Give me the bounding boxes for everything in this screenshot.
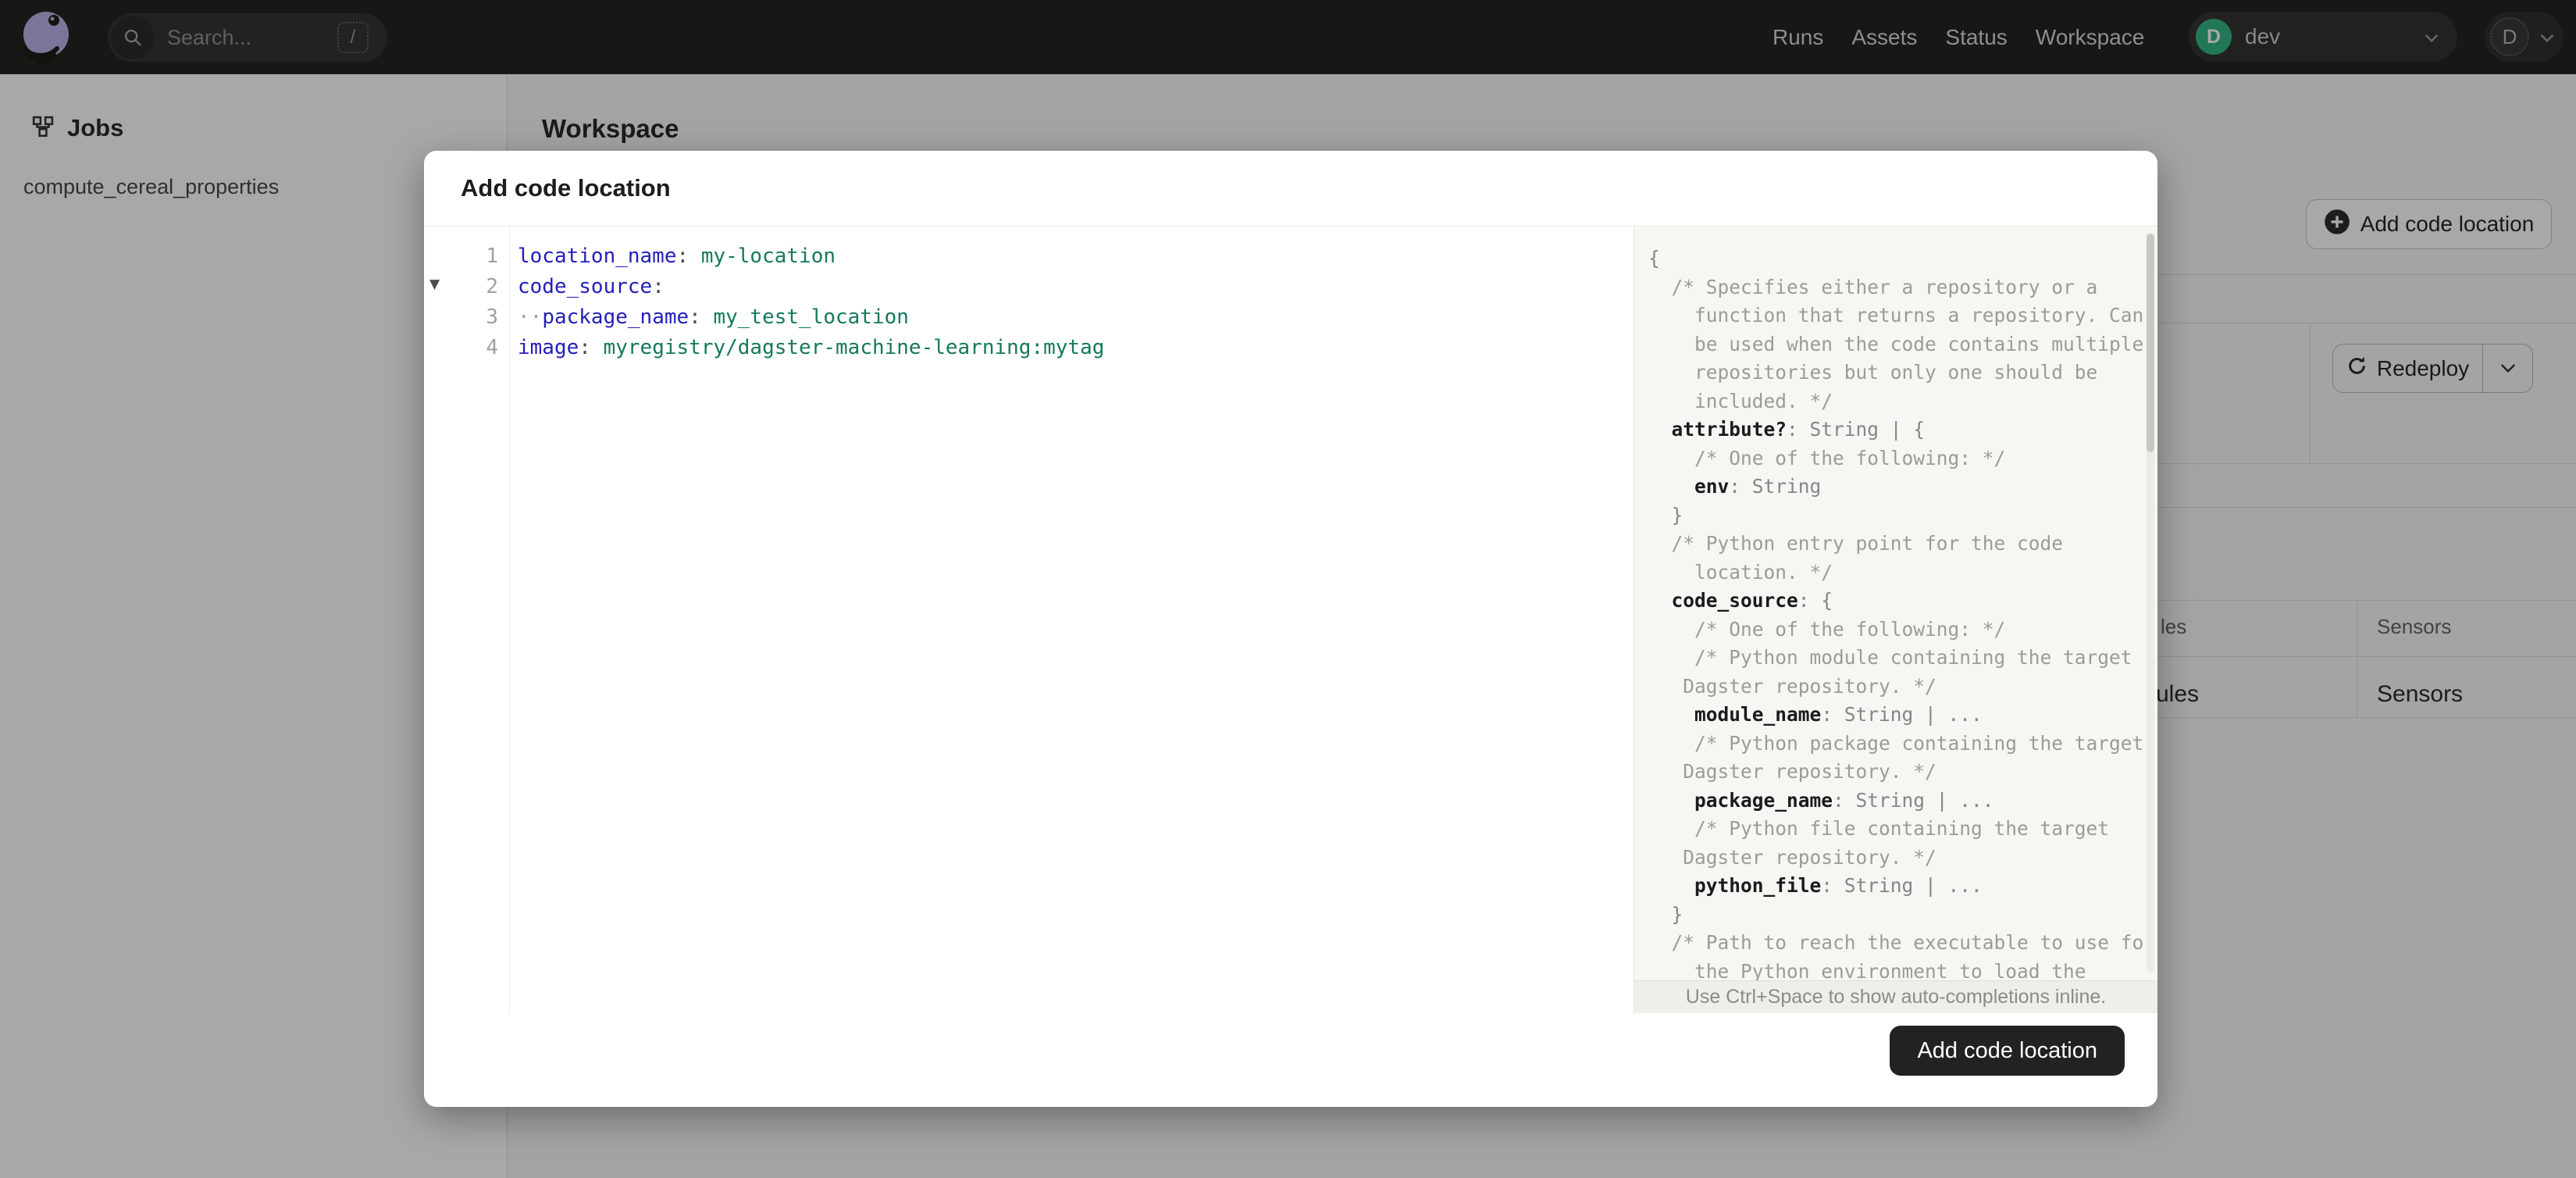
- app: Search... / Runs Assets Status Workspace D …: [0, 0, 2576, 1178]
- line-number: 4: [486, 336, 498, 359]
- editor-gutter: ▼ 1234: [424, 227, 510, 1013]
- schema-line: module_name: String | ...: [1694, 703, 1983, 726]
- editor-line[interactable]: image: myregistry/dagster-machine-learni…: [518, 333, 1634, 363]
- dialog-footer: Add code location: [424, 1013, 2157, 1107]
- schema-line: Dagster repository. */: [1648, 674, 1936, 698]
- dialog-title: Add code location: [461, 174, 671, 202]
- yaml-editor[interactable]: ▼ 1234 location_name: my-location code_so…: [424, 227, 1634, 1013]
- schema-scrollbar[interactable]: [2147, 234, 2154, 973]
- line-number: 3: [486, 305, 498, 329]
- schema-line: /* Python module containing the target: [1648, 646, 2132, 669]
- schema-line: /* Python file containing the target: [1648, 817, 2110, 840]
- schema-panel: { /* Specifies either a repository or a …: [1634, 227, 2157, 1013]
- schema-line: /* Path to reach the executable to use f…: [1648, 931, 2156, 954]
- schema-line: the Python environment to load the: [1648, 959, 2086, 981]
- editor-code[interactable]: location_name: my-location code_source: ··…: [511, 227, 1634, 1013]
- dialog-body: ▼ 1234 location_name: my-location code_so…: [424, 227, 2157, 1013]
- add-code-location-dialog: Add code location ▼ 1234 location_name: …: [424, 151, 2157, 1107]
- autocomplete-hint: Use Ctrl+Space to show auto-completions …: [1634, 980, 2157, 1013]
- schema-line: attribute?: String | {: [1671, 418, 1926, 441]
- schema-line: python_file: String | ...: [1694, 874, 1983, 897]
- schema-line: package_name: String | ...: [1694, 788, 1994, 812]
- editor-line[interactable]: location_name: my-location: [518, 241, 1634, 272]
- scrollbar-thumb[interactable]: [2147, 234, 2154, 452]
- schema-content: { /* Specifies either a repository or a …: [1634, 227, 2157, 980]
- schema-line: location. */: [1648, 560, 1833, 584]
- schema-line: included. */: [1648, 389, 1833, 412]
- schema-line: Dagster repository. */: [1648, 760, 1936, 783]
- schema-line: }: [1648, 503, 1683, 527]
- fold-arrow-icon[interactable]: ▼: [429, 277, 440, 292]
- schema-line: function that returns a repository. Can: [1648, 304, 2144, 327]
- editor-line[interactable]: ··package_name: my_test_location: [518, 302, 1634, 333]
- schema-line: /* One of the following: */: [1648, 617, 2006, 641]
- schema-line: code_source: {: [1671, 589, 1833, 612]
- line-number: 1: [486, 245, 498, 268]
- schema-line: /* Python package containing the target: [1648, 731, 2144, 755]
- editor-line[interactable]: code_source:: [518, 272, 1634, 302]
- schema-line: {: [1648, 247, 1660, 270]
- schema-line: repositories but only one should be: [1648, 361, 2098, 384]
- schema-line: be used when the code contains multiple: [1648, 332, 2144, 355]
- schema-line: /* Python entry point for the code: [1648, 532, 2064, 555]
- schema-line: }: [1648, 902, 1683, 926]
- schema-line: /* Specifies either a repository or a: [1648, 275, 2098, 298]
- dialog-header: Add code location: [424, 151, 2157, 227]
- schema-line: env: String: [1694, 475, 1822, 498]
- submit-add-code-location-button[interactable]: Add code location: [1890, 1026, 2125, 1076]
- schema-line: Dagster repository. */: [1648, 845, 1936, 869]
- schema-line: /* One of the following: */: [1648, 446, 2006, 469]
